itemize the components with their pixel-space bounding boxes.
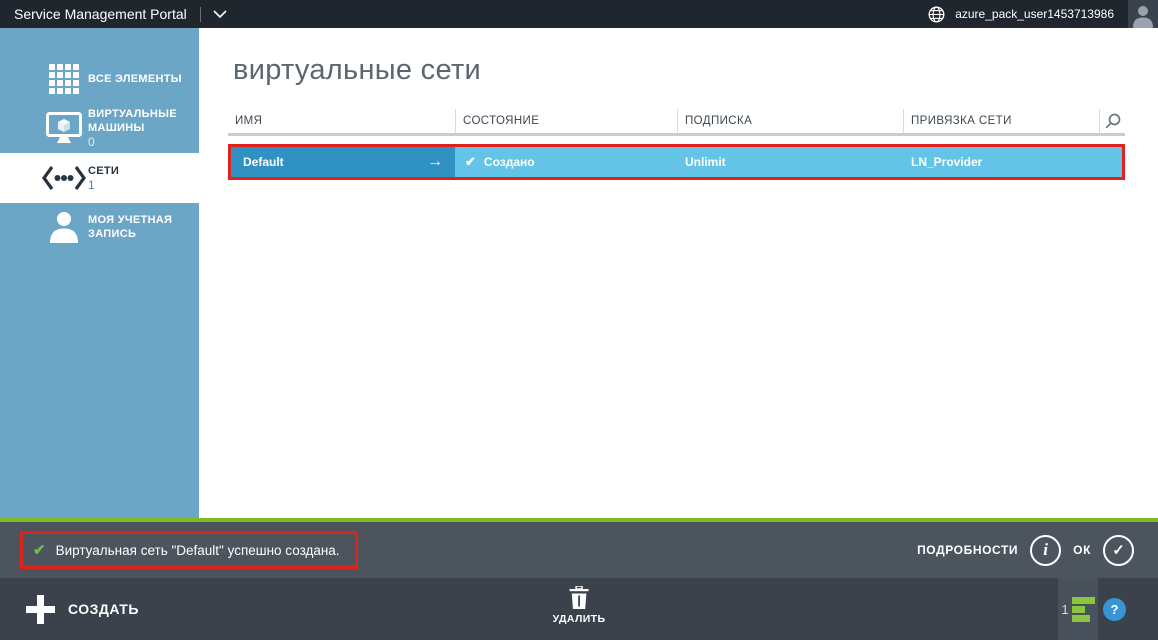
main-content: виртуальные сети ИМЯ СОСТОЯНИЕ ПОДПИСКА … — [199, 28, 1158, 518]
cell-network-binding: LN_Provider — [903, 147, 1122, 177]
ok-check-icon: ✓ — [1112, 541, 1125, 559]
notification-message: Виртуальная сеть "Default" успешно созда… — [56, 543, 340, 558]
column-header-state[interactable]: СОСТОЯНИЕ — [455, 109, 677, 133]
sidebar-item-count: 0 — [88, 135, 199, 149]
grid-icon — [40, 64, 88, 95]
top-bar: Service Management Portal azure_pack_use… — [0, 0, 1158, 28]
selection-panel[interactable]: 1 — [1058, 578, 1098, 640]
row-annotation-highlight: Default → ✔ Создано Unlimit LN_Provider — [228, 144, 1125, 180]
notification-annotation-highlight: ✔ Виртуальная сеть "Default" успешно соз… — [20, 531, 358, 569]
sidebar: ВСЕ ЭЛЕМЕНТЫ ВИРТУАЛЬНЫЕ МАШИНЫ 0 — [0, 28, 199, 518]
ok-button[interactable]: ✓ — [1103, 535, 1134, 566]
trash-icon — [570, 586, 589, 609]
cell-name[interactable]: Default → — [231, 147, 455, 177]
create-label: СОЗДАТЬ — [68, 601, 139, 617]
notification-bar: ✔ Виртуальная сеть "Default" успешно соз… — [0, 522, 1158, 578]
info-icon: i — [1043, 540, 1048, 560]
title-divider — [200, 7, 201, 22]
column-header-subscription[interactable]: ПОДПИСКА — [677, 109, 903, 133]
delete-label: УДАЛИТЬ — [553, 613, 606, 625]
help-icon: ? — [1111, 602, 1119, 617]
table-header-row: ИМЯ СОСТОЯНИЕ ПОДПИСКА ПРИВЯЗКА СЕТИ — [228, 109, 1125, 136]
column-header-network-binding[interactable]: ПРИВЯЗКА СЕТИ — [903, 109, 1099, 133]
delete-button[interactable]: УДАЛИТЬ — [553, 586, 606, 625]
sidebar-item-networks[interactable]: СЕТИ 1 — [0, 153, 199, 203]
row-arrow-icon[interactable]: → — [427, 153, 443, 171]
sidebar-item-virtual-machines[interactable]: ВИРТУАЛЬНЫЕ МАШИНЫ 0 — [0, 103, 199, 153]
notification-actions: ПОДРОБНОСТИ i ОК ✓ — [917, 535, 1134, 566]
column-header-name[interactable]: ИМЯ — [228, 109, 455, 133]
cell-subscription: Unlimit — [677, 147, 903, 177]
virtual-machine-icon — [40, 112, 88, 145]
sidebar-item-label: ВИРТУАЛЬНЫЕ МАШИНЫ — [88, 107, 199, 135]
details-info-button[interactable]: i — [1030, 535, 1061, 566]
search-button[interactable] — [1099, 109, 1125, 133]
sidebar-item-label: СЕТИ — [88, 164, 119, 178]
cell-state: ✔ Создано — [455, 147, 677, 177]
search-icon — [1105, 113, 1121, 129]
avatar[interactable] — [1128, 0, 1158, 28]
username[interactable]: azure_pack_user1453713986 — [955, 7, 1114, 21]
ok-label[interactable]: ОК — [1073, 543, 1091, 557]
plus-icon — [26, 595, 55, 624]
networks-table: ИМЯ СОСТОЯНИЕ ПОДПИСКА ПРИВЯЗКА СЕТИ Def… — [228, 109, 1125, 180]
globe-icon[interactable] — [928, 6, 945, 23]
table-row[interactable]: Default → ✔ Создано Unlimit LN_Provider — [231, 147, 1122, 177]
sidebar-item-my-account[interactable]: МОЯ УЧЕТНАЯ ЗАПИСЬ — [0, 203, 199, 251]
selection-list-icon — [1072, 597, 1095, 622]
success-check-icon: ✔ — [33, 541, 46, 559]
selection-count: 1 — [1061, 602, 1068, 617]
state-check-icon: ✔ — [465, 154, 476, 170]
account-icon — [40, 211, 88, 243]
command-bar: СОЗДАТЬ УДАЛИТЬ 1 ? — [0, 578, 1158, 640]
app-title: Service Management Portal — [0, 6, 187, 22]
page-title: виртуальные сети — [233, 54, 481, 87]
sidebar-item-label: ВСЕ ЭЛЕМЕНТЫ — [88, 72, 182, 86]
sidebar-item-label: МОЯ УЧЕТНАЯ ЗАПИСЬ — [88, 213, 199, 241]
help-button[interactable]: ? — [1103, 598, 1126, 621]
service-management-portal: Service Management Portal azure_pack_use… — [0, 0, 1158, 640]
sidebar-item-all-items[interactable]: ВСЕ ЭЛЕМЕНТЫ — [0, 55, 199, 103]
portal-menu-chevron-icon[interactable] — [212, 9, 228, 19]
details-label[interactable]: ПОДРОБНОСТИ — [917, 543, 1018, 557]
create-button[interactable]: СОЗДАТЬ — [26, 578, 139, 640]
network-icon — [40, 165, 88, 191]
person-icon — [1132, 4, 1154, 28]
sidebar-item-count: 1 — [88, 178, 119, 192]
